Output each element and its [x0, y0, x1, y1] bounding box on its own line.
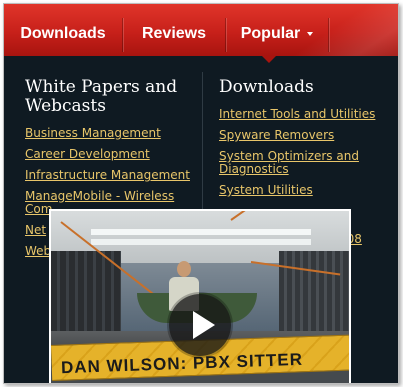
tab-downloads[interactable]: Downloads — [4, 4, 122, 56]
link-business-management[interactable]: Business Management — [25, 127, 195, 140]
link-career-development[interactable]: Career Development — [25, 148, 195, 161]
link-infrastructure-management[interactable]: Infrastructure Management — [25, 169, 195, 182]
tab-downloads-label: Downloads — [20, 25, 106, 42]
nav-bar: Downloads Reviews Popular — [4, 4, 398, 64]
play-icon — [193, 311, 215, 339]
video-scene-person — [177, 261, 191, 277]
white-papers-heading: White Papers and Webcasts — [25, 77, 178, 116]
active-tab-pointer — [262, 56, 276, 63]
video-player[interactable]: DAN WILSON: PBX SITTER — [49, 209, 351, 383]
nav-divider — [328, 18, 329, 52]
play-button[interactable] — [169, 294, 231, 356]
link-internet-tools[interactable]: Internet Tools and Utilities — [219, 108, 389, 121]
tab-reviews-label: Reviews — [141, 25, 207, 42]
video-scene-lights — [91, 229, 311, 235]
link-system-utilities[interactable]: System Utilities — [219, 184, 389, 197]
chevron-down-icon — [307, 31, 314, 36]
popular-menu-popup: Downloads Reviews Popular White Papers a… — [3, 3, 399, 384]
link-spyware-removers[interactable]: Spyware Removers — [219, 129, 389, 142]
tab-popular[interactable]: Popular — [226, 4, 328, 56]
tab-popular-label: Popular — [240, 25, 301, 42]
downloads-heading: Downloads — [219, 77, 314, 97]
link-system-optimizers[interactable]: System Optimizers and Diagnostics — [219, 150, 389, 176]
tab-reviews[interactable]: Reviews — [123, 4, 225, 56]
